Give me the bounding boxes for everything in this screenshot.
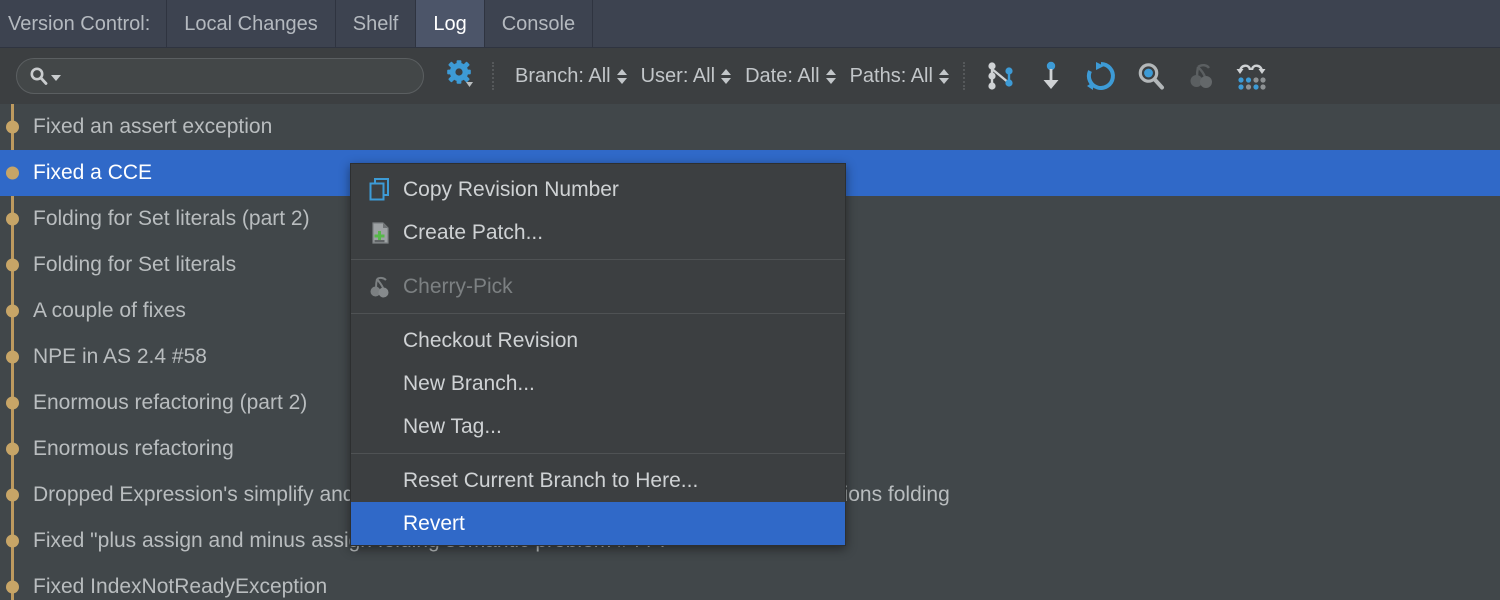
copy-icon	[361, 176, 399, 204]
commit-message: A couple of fixes	[33, 299, 186, 322]
commit-message: Folding for Set literals (part 2)	[33, 207, 310, 230]
cherry-pick-icon	[361, 273, 399, 301]
menu-item-label: Revert	[403, 511, 465, 535]
commit-message: Folding for Set literals	[33, 253, 237, 276]
menu-item-label: Cherry-Pick	[403, 274, 513, 298]
tab-local-changes[interactable]: Local Changes	[167, 0, 336, 48]
filter-label: Date: All	[745, 64, 820, 87]
tab-label: Console	[501, 12, 576, 35]
filter-date[interactable]: Date: All	[735, 65, 839, 88]
commit-message: NPE in AS 2.4 #58	[33, 345, 207, 368]
updown-chevron-icon[interactable]	[721, 68, 732, 84]
filter-group: Branch: All User: All Date: All Paths: All	[505, 65, 953, 88]
version-control-log-window: Version Control: Local Changes Shelf Log Co…	[0, 0, 1500, 600]
commit-node-icon	[6, 534, 19, 548]
tab-label: Shelf	[352, 12, 399, 35]
search-box[interactable]	[16, 58, 424, 94]
commit-node-icon	[6, 442, 19, 456]
updown-chevron-icon[interactable]	[938, 68, 949, 84]
menu-separator	[351, 259, 845, 260]
menu-item-icon-placeholder	[361, 327, 399, 355]
settings-button[interactable]	[438, 56, 482, 96]
menu-item-label: Create Patch...	[403, 220, 544, 244]
log-toolbar: Branch: All User: All Date: All Paths: All	[0, 48, 1500, 104]
menu-item-checkout-revision[interactable]: Checkout Revision	[351, 319, 845, 362]
updown-chevron-icon[interactable]	[616, 68, 627, 84]
menu-item-new-branch[interactable]: New Branch...	[351, 362, 845, 405]
updown-chevron-icon[interactable]	[825, 68, 836, 84]
gear-icon	[445, 59, 475, 94]
filter-paths[interactable]: Paths: All	[840, 65, 953, 88]
tab-label: Local Changes	[184, 12, 318, 35]
commit-row[interactable]: Fixed an assert exception	[0, 104, 1500, 150]
menu-separator	[351, 453, 845, 454]
intellisort-icon[interactable]	[1226, 54, 1276, 98]
tab-log[interactable]: Log	[416, 0, 485, 48]
menu-item-label: Copy Revision Number	[403, 177, 619, 201]
commit-node-icon	[6, 258, 19, 272]
cherry-pick-icon	[1176, 54, 1226, 98]
menu-item-icon-placeholder	[361, 467, 399, 495]
search-commit-icon[interactable]	[1126, 54, 1176, 98]
menu-item-label: New Branch...	[403, 371, 535, 395]
tab-label: Log	[433, 12, 467, 35]
filter-branch[interactable]: Branch: All	[505, 65, 631, 88]
menu-item-revert[interactable]: Revert	[351, 502, 845, 545]
tab-console[interactable]: Console	[485, 0, 594, 48]
menu-item-icon-placeholder	[361, 510, 399, 538]
commit-node-icon	[6, 120, 19, 134]
menu-item-new-tag[interactable]: New Tag...	[351, 405, 845, 448]
filter-label: Paths: All	[849, 64, 933, 87]
menu-item-icon-placeholder	[361, 370, 399, 398]
menu-item-reset-current-branch-to-here[interactable]: Reset Current Branch to Here...	[351, 459, 845, 502]
filter-label: User: All	[640, 64, 716, 87]
tool-window-tabbar: Version Control: Local Changes Shelf Log Co…	[0, 0, 1500, 48]
menu-separator	[351, 313, 845, 314]
menu-item-copy-revision-number[interactable]: Copy Revision Number	[351, 168, 845, 211]
commit-message: Enormous refactoring	[33, 437, 234, 460]
commit-node-icon	[6, 350, 19, 364]
commit-message: Fixed a CCE	[33, 161, 153, 184]
refresh-icon[interactable]	[1076, 54, 1126, 98]
commit-node-icon	[6, 166, 19, 180]
filter-user[interactable]: User: All	[631, 65, 735, 88]
chevron-down-icon[interactable]	[51, 75, 61, 81]
commit-node-icon	[6, 212, 19, 226]
menu-item-cherry-pick: Cherry-Pick	[351, 265, 845, 308]
show-branches-icon[interactable]	[976, 54, 1026, 98]
tool-window-title: Version Control:	[0, 0, 168, 48]
menu-item-create-patch[interactable]: Create Patch...	[351, 211, 845, 254]
toolbar-separator	[492, 62, 495, 90]
menu-item-icon-placeholder	[361, 413, 399, 441]
toolbar-separator-2	[962, 62, 966, 90]
commit-node-icon	[6, 488, 19, 502]
create-patch-icon	[361, 219, 399, 247]
menu-item-label: New Tag...	[403, 414, 502, 438]
commit-node-icon	[6, 396, 19, 410]
search-icon	[29, 66, 61, 86]
commit-node-icon	[6, 304, 19, 318]
menu-item-label: Reset Current Branch to Here...	[403, 468, 699, 492]
commit-message: Fixed IndexNotReadyException	[33, 575, 328, 598]
commit-message: Enormous refactoring (part 2)	[33, 391, 308, 414]
commit-node-icon	[6, 580, 19, 594]
filter-label: Branch: All	[515, 64, 611, 87]
menu-item-label: Checkout Revision	[403, 328, 579, 352]
search-input[interactable]	[67, 65, 411, 87]
tab-shelf[interactable]: Shelf	[336, 0, 417, 48]
commit-message: Fixed an assert exception	[33, 115, 273, 138]
commit-context-menu[interactable]: Copy Revision Number Create Patch... Cherr…	[350, 163, 846, 546]
commit-row[interactable]: Fixed IndexNotReadyException	[0, 564, 1500, 600]
collapse-down-arrow-icon[interactable]	[1026, 54, 1076, 98]
